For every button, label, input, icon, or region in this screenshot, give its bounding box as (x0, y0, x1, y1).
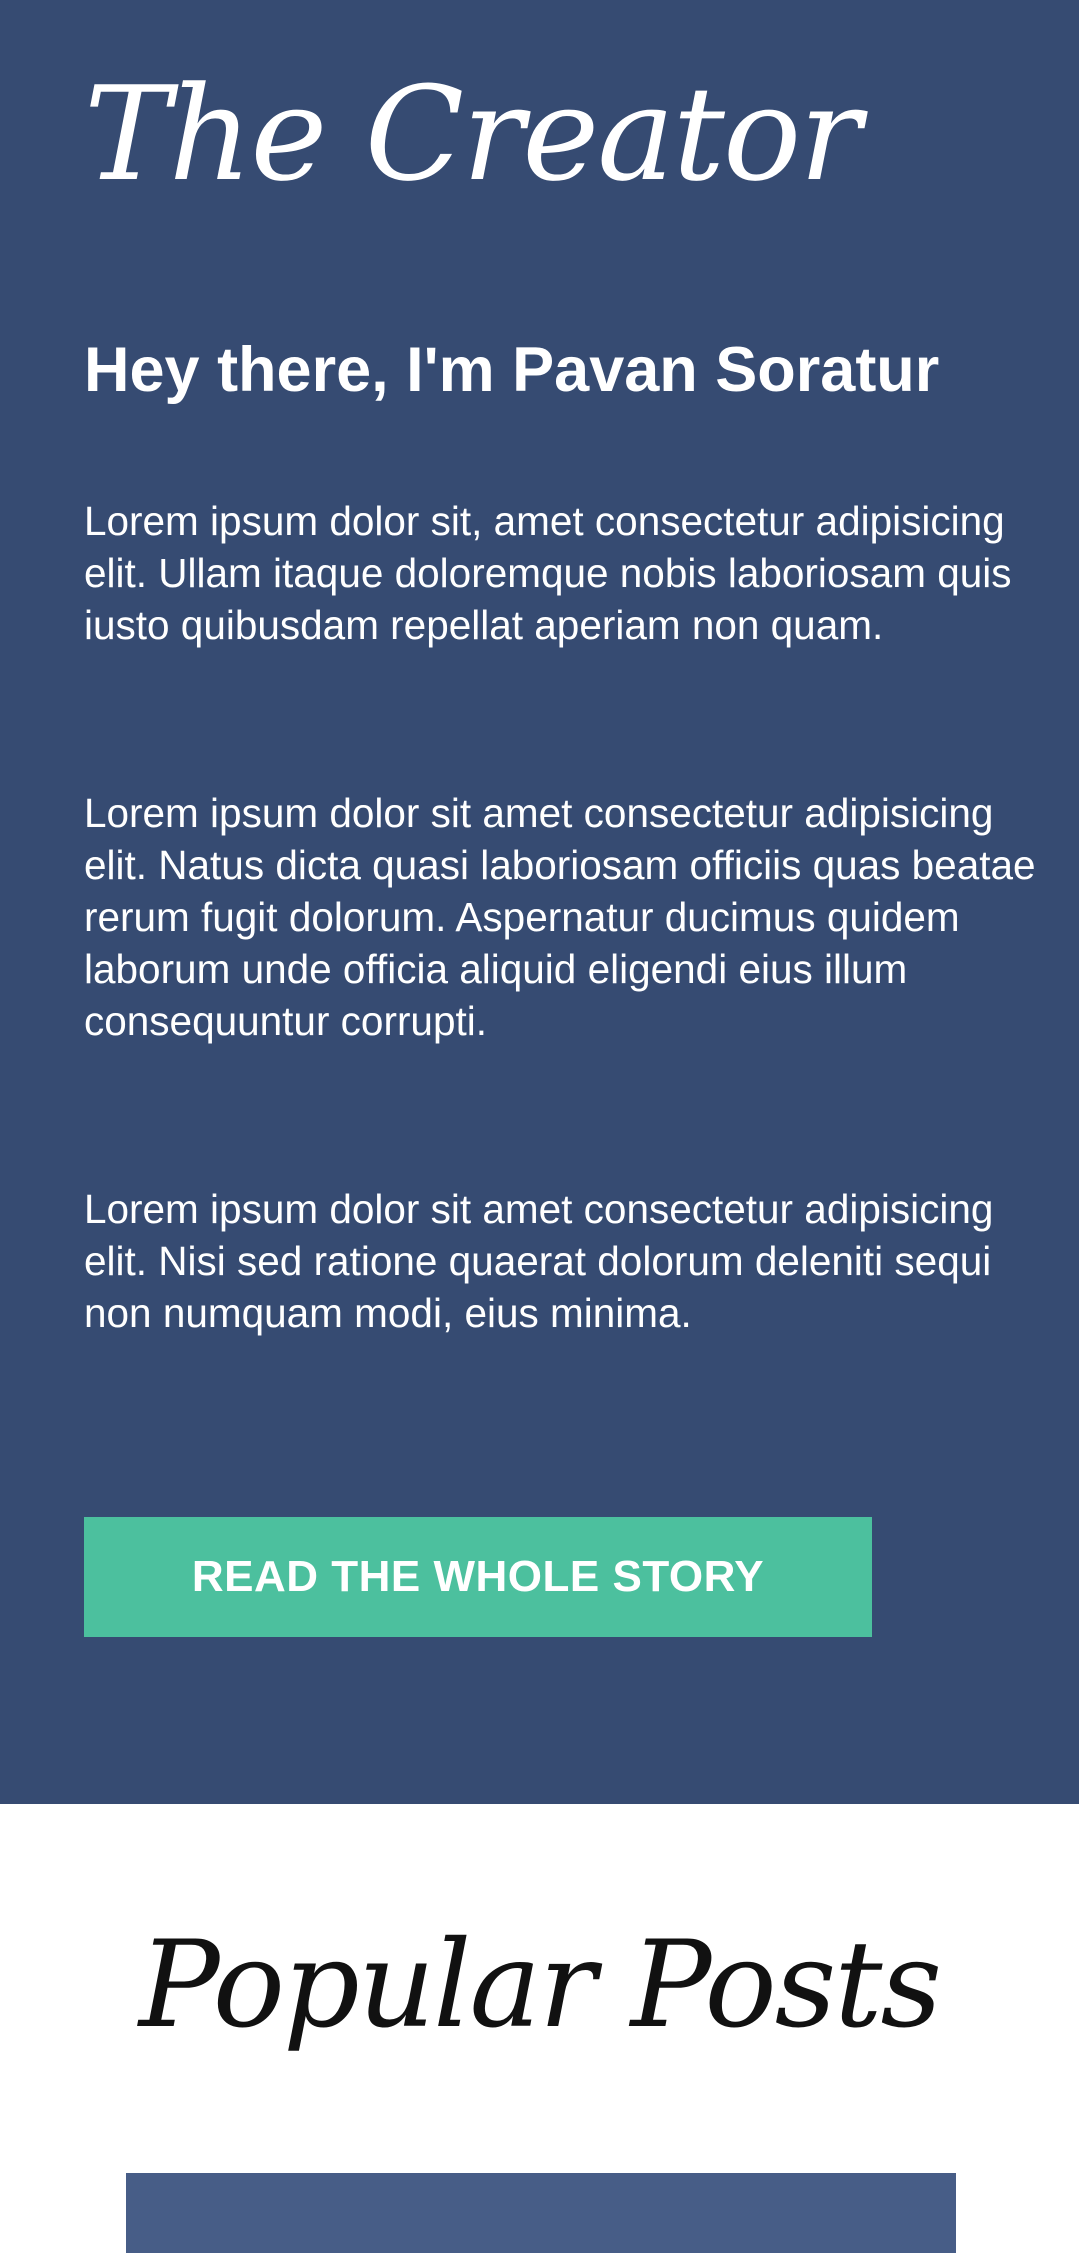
bio-paragraph-1: Lorem ipsum dolor sit, amet consectetur … (84, 498, 1012, 648)
bio-paragraph-2: Lorem ipsum dolor sit amet consectetur a… (84, 790, 1036, 1044)
read-story-button[interactable]: READ THE WHOLE STORY (84, 1517, 872, 1637)
bio-paragraph-3: Lorem ipsum dolor sit amet consectetur a… (84, 1186, 994, 1336)
creator-title: The Creator (84, 58, 861, 210)
creator-section: The Creator Hey there, I'm Pavan Soratur… (0, 0, 1079, 1804)
greeting-heading: Hey there, I'm Pavan Soratur (84, 335, 940, 405)
popular-posts-section: Popular Posts (0, 1804, 1079, 2253)
popular-posts-title: Popular Posts (138, 1916, 942, 2055)
post-card[interactable] (126, 2173, 956, 2253)
